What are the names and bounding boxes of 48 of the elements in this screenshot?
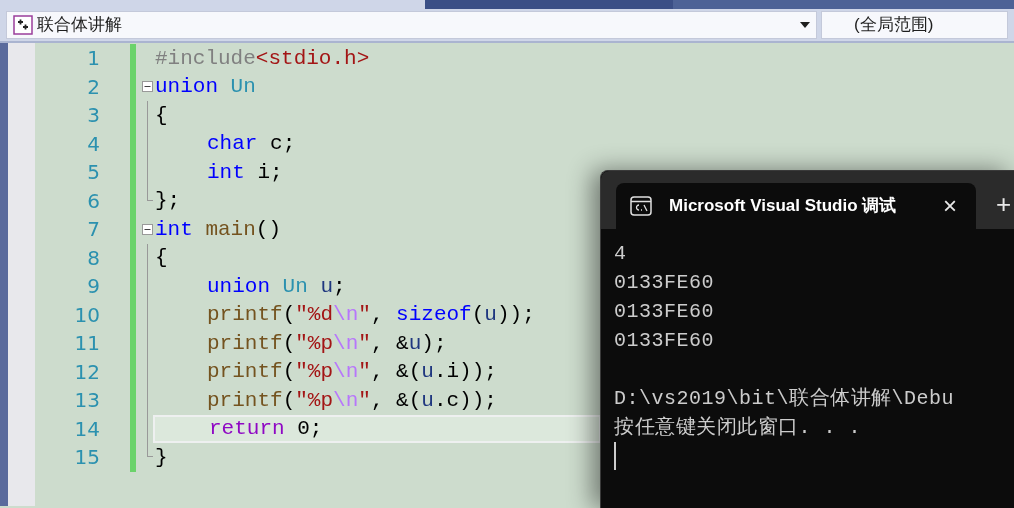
line-number: 8: [86, 244, 100, 272]
line-number: 4: [86, 130, 100, 158]
caret-icon: [800, 22, 810, 28]
code-line: printf("%p\n", &u);: [207, 330, 447, 357]
line-number: 14: [73, 415, 100, 443]
line-number: 7: [86, 216, 100, 243]
class-icon: [13, 15, 33, 35]
line-number: 2: [86, 73, 100, 101]
code-line: {: [155, 245, 168, 271]
code-line: return 0;: [209, 416, 323, 442]
text-cursor: [614, 442, 616, 470]
line-number: 12: [73, 358, 100, 386]
code-line: }: [155, 444, 168, 471]
code-line: int i;: [207, 159, 283, 186]
console-output-line: 0133FE60: [614, 329, 714, 352]
console-output-line: 按任意键关闭此窗口. . .: [614, 416, 861, 439]
line-number: 5: [86, 159, 100, 186]
code-line: printf("%d\n", sizeof(u));: [207, 302, 535, 328]
code-line: #include<stdio.h>: [155, 45, 370, 72]
code-line: printf("%p\n", &(u.c));: [207, 387, 497, 414]
line-number: 15: [73, 444, 100, 471]
console-output-line: D:\vs2019\bit\联合体讲解\Debu: [614, 387, 955, 410]
console-tab[interactable]: Microsoft Visual Studio 调试 ×: [616, 183, 976, 229]
code-line: int main(): [155, 216, 282, 243]
line-number: 1: [86, 45, 100, 72]
file-scope-dropdown[interactable]: 联合体讲解: [6, 11, 817, 39]
line-number: 11: [73, 330, 100, 357]
code-line: {: [155, 102, 168, 129]
console-output-line: 0133FE60: [614, 300, 714, 323]
terminal-icon: [630, 196, 652, 216]
member-scope-dropdown[interactable]: (全局范围): [821, 11, 1008, 39]
close-button[interactable]: ×: [943, 194, 957, 218]
collapse-icon[interactable]: [141, 223, 153, 235]
code-line: char c;: [207, 131, 296, 157]
code-line: union Un u;: [207, 273, 346, 300]
line-number: 3: [86, 102, 100, 129]
code-line: };: [155, 188, 181, 214]
line-number: 6: [86, 187, 100, 215]
line-number: 10: [73, 301, 100, 329]
code-line: union Un: [155, 74, 256, 100]
line-number: 13: [73, 387, 100, 414]
dropdown-value: 联合体讲解: [37, 14, 123, 37]
new-tab-button[interactable]: +: [996, 191, 1012, 217]
console-output-line: 4: [614, 242, 627, 265]
line-number: 9: [86, 273, 100, 300]
console-output-line: 0133FE60: [614, 271, 714, 294]
collapse-icon[interactable]: [141, 81, 153, 93]
code-line: printf("%p\n", &(u.i));: [207, 359, 497, 385]
